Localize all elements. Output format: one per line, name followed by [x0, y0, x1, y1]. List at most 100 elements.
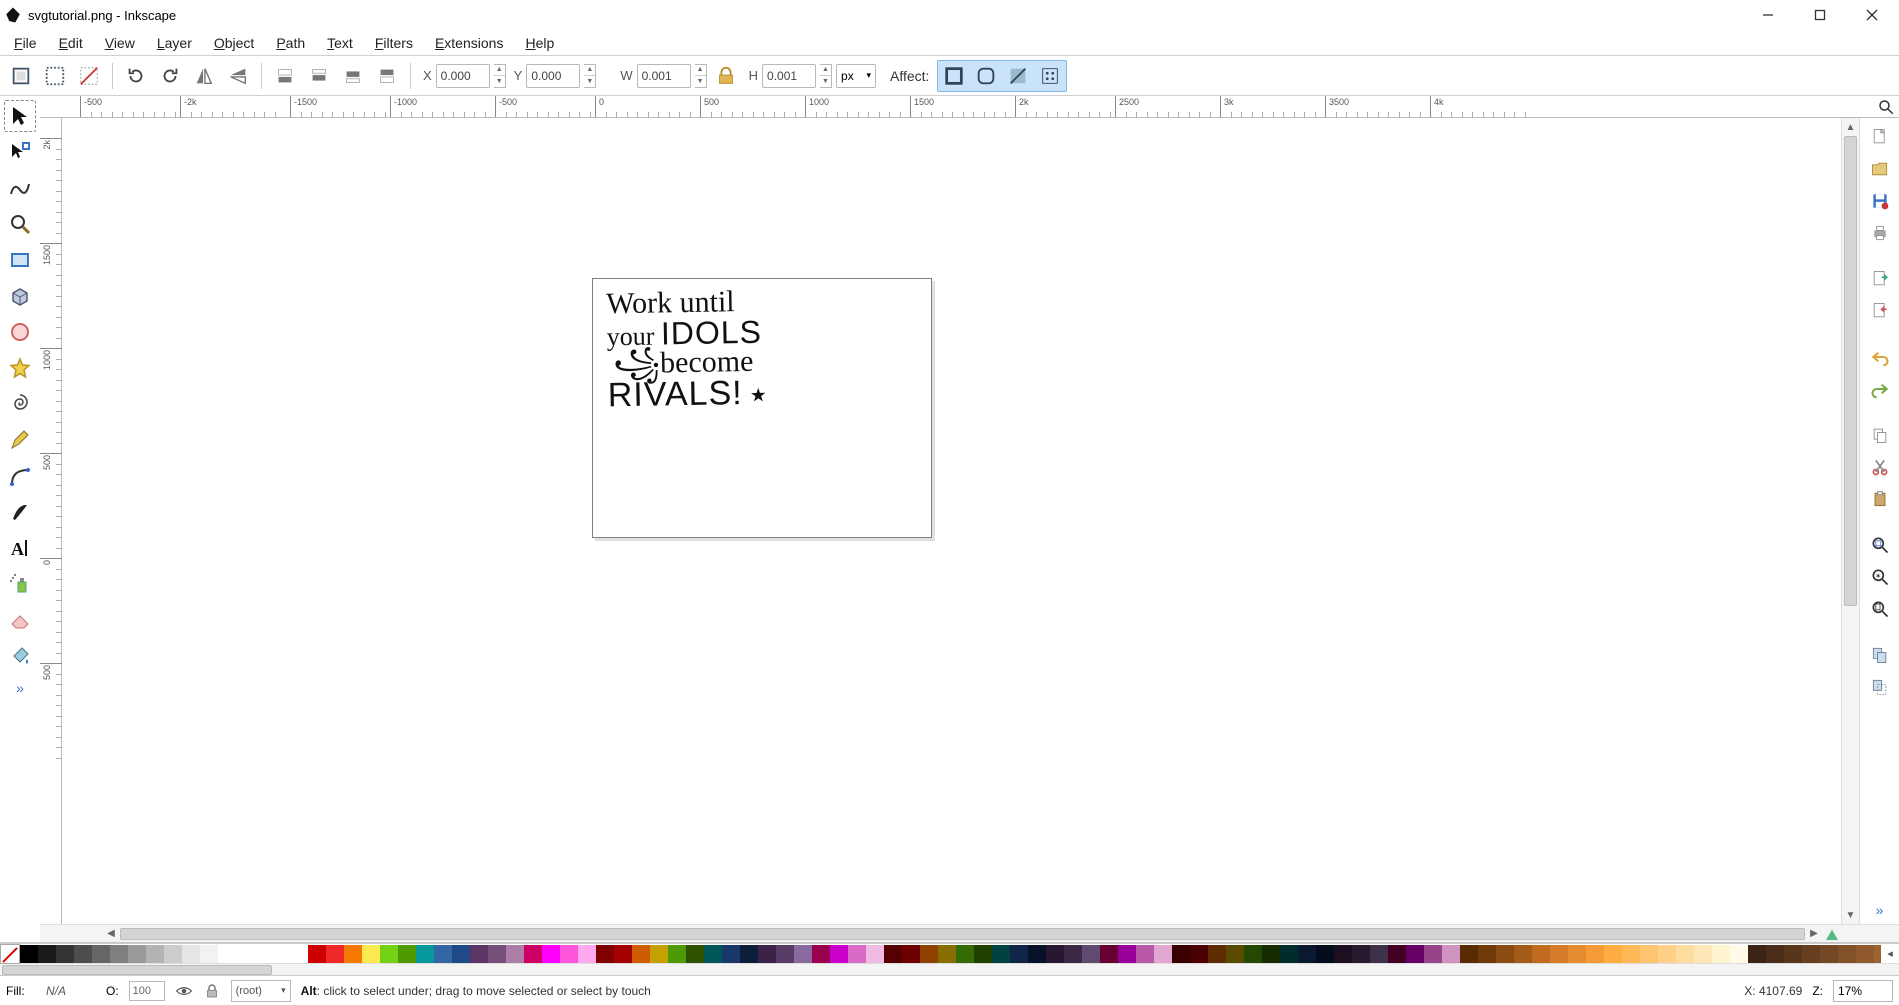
- swatch[interactable]: [1190, 945, 1208, 963]
- zoom-to-fit-icon[interactable]: [1877, 98, 1895, 116]
- h-spinner[interactable]: ▲▼: [820, 64, 832, 88]
- raise-icon[interactable]: [338, 61, 368, 91]
- swatch[interactable]: [1766, 945, 1784, 963]
- swatch[interactable]: [1064, 945, 1082, 963]
- swatch[interactable]: [182, 945, 200, 963]
- h-input[interactable]: 0.001: [762, 64, 816, 88]
- swatch[interactable]: [992, 945, 1010, 963]
- expand-right-tools-icon[interactable]: »: [1876, 902, 1884, 918]
- copy-icon[interactable]: [1867, 422, 1893, 448]
- swatch[interactable]: [254, 945, 272, 963]
- swatch[interactable]: [1568, 945, 1586, 963]
- raise-to-top-icon[interactable]: [372, 61, 402, 91]
- undo-icon[interactable]: [1867, 344, 1893, 370]
- swatch[interactable]: [1082, 945, 1100, 963]
- swatch[interactable]: [74, 945, 92, 963]
- swatch[interactable]: [326, 945, 344, 963]
- menu-help[interactable]: Help: [515, 32, 564, 54]
- swatch[interactable]: [1262, 945, 1280, 963]
- swatch[interactable]: [272, 945, 290, 963]
- swatch[interactable]: [812, 945, 830, 963]
- export-icon[interactable]: [1867, 298, 1893, 324]
- swatch[interactable]: [1280, 945, 1298, 963]
- spiral-tool-icon[interactable]: [4, 388, 36, 420]
- swatch[interactable]: [1352, 945, 1370, 963]
- swatch[interactable]: [1010, 945, 1028, 963]
- swatch[interactable]: [758, 945, 776, 963]
- redo-icon[interactable]: [1867, 376, 1893, 402]
- palette-scroll-thumb[interactable]: [2, 965, 272, 975]
- swatch[interactable]: [1028, 945, 1046, 963]
- save-document-icon[interactable]: [1867, 188, 1893, 214]
- text-tool-icon[interactable]: A: [4, 532, 36, 564]
- lower-icon[interactable]: [304, 61, 334, 91]
- swatch[interactable]: [686, 945, 704, 963]
- swatch[interactable]: [650, 945, 668, 963]
- scroll-right-icon[interactable]: ▶: [1805, 925, 1823, 943]
- lock-aspect-icon[interactable]: [711, 61, 741, 91]
- duplicate-icon[interactable]: [1867, 642, 1893, 668]
- ruler-vertical[interactable]: 2k150010005000500: [40, 118, 62, 924]
- swatch[interactable]: [1514, 945, 1532, 963]
- open-document-icon[interactable]: [1867, 156, 1893, 182]
- color-managed-icon[interactable]: [1823, 925, 1841, 943]
- flip-vertical-icon[interactable]: [223, 61, 253, 91]
- swatch[interactable]: [1478, 945, 1496, 963]
- swatch[interactable]: [1838, 945, 1856, 963]
- swatch[interactable]: [1658, 945, 1676, 963]
- y-input[interactable]: 0.000: [526, 64, 580, 88]
- scroll-left-icon[interactable]: ◀: [102, 925, 120, 943]
- swatch[interactable]: [1316, 945, 1334, 963]
- swatch[interactable]: [434, 945, 452, 963]
- x-input[interactable]: 0.000: [436, 64, 490, 88]
- swatch[interactable]: [398, 945, 416, 963]
- swatch[interactable]: [1460, 945, 1478, 963]
- swatch[interactable]: [848, 945, 866, 963]
- swatch[interactable]: [1370, 945, 1388, 963]
- swatch[interactable]: [164, 945, 182, 963]
- swatch[interactable]: [488, 945, 506, 963]
- swatch[interactable]: [200, 945, 218, 963]
- menu-path[interactable]: Path: [266, 32, 315, 54]
- swatch[interactable]: [524, 945, 542, 963]
- node-tool-icon[interactable]: [4, 136, 36, 168]
- star-tool-icon[interactable]: [4, 352, 36, 384]
- swatch[interactable]: [110, 945, 128, 963]
- swatch[interactable]: [542, 945, 560, 963]
- swatch[interactable]: [1712, 945, 1730, 963]
- select-all-layers-icon[interactable]: [6, 61, 36, 91]
- swatch[interactable]: [1748, 945, 1766, 963]
- swatch[interactable]: [830, 945, 848, 963]
- swatch[interactable]: [1820, 945, 1838, 963]
- opacity-input[interactable]: 100: [129, 981, 165, 1001]
- swatch[interactable]: [38, 945, 56, 963]
- swatch[interactable]: [362, 945, 380, 963]
- paint-bucket-tool-icon[interactable]: [4, 640, 36, 672]
- swatch[interactable]: [794, 945, 812, 963]
- swatch[interactable]: [56, 945, 74, 963]
- swatch[interactable]: [1694, 945, 1712, 963]
- affect-gradient-icon[interactable]: [1002, 61, 1034, 91]
- swatch[interactable]: [1388, 945, 1406, 963]
- swatch[interactable]: [776, 945, 794, 963]
- tweak-tool-icon[interactable]: [4, 172, 36, 204]
- calligraphy-tool-icon[interactable]: [4, 496, 36, 528]
- swatch[interactable]: [1640, 945, 1658, 963]
- swatch[interactable]: [20, 945, 38, 963]
- w-spinner[interactable]: ▲▼: [695, 64, 707, 88]
- swatch[interactable]: [1424, 945, 1442, 963]
- swatch[interactable]: [1622, 945, 1640, 963]
- swatch[interactable]: [1496, 945, 1514, 963]
- palette-scrollbar[interactable]: [0, 963, 1899, 975]
- deselect-icon[interactable]: [74, 61, 104, 91]
- zoom-selection-icon[interactable]: [1867, 532, 1893, 558]
- unit-select[interactable]: px▾: [836, 64, 876, 88]
- swatch[interactable]: [902, 945, 920, 963]
- swatch[interactable]: [1802, 945, 1820, 963]
- swatch[interactable]: [1226, 945, 1244, 963]
- swatch[interactable]: [1442, 945, 1460, 963]
- affect-corners-icon[interactable]: [970, 61, 1002, 91]
- menu-file[interactable]: File: [4, 32, 47, 54]
- swatch[interactable]: [974, 945, 992, 963]
- swatch[interactable]: [1856, 945, 1874, 963]
